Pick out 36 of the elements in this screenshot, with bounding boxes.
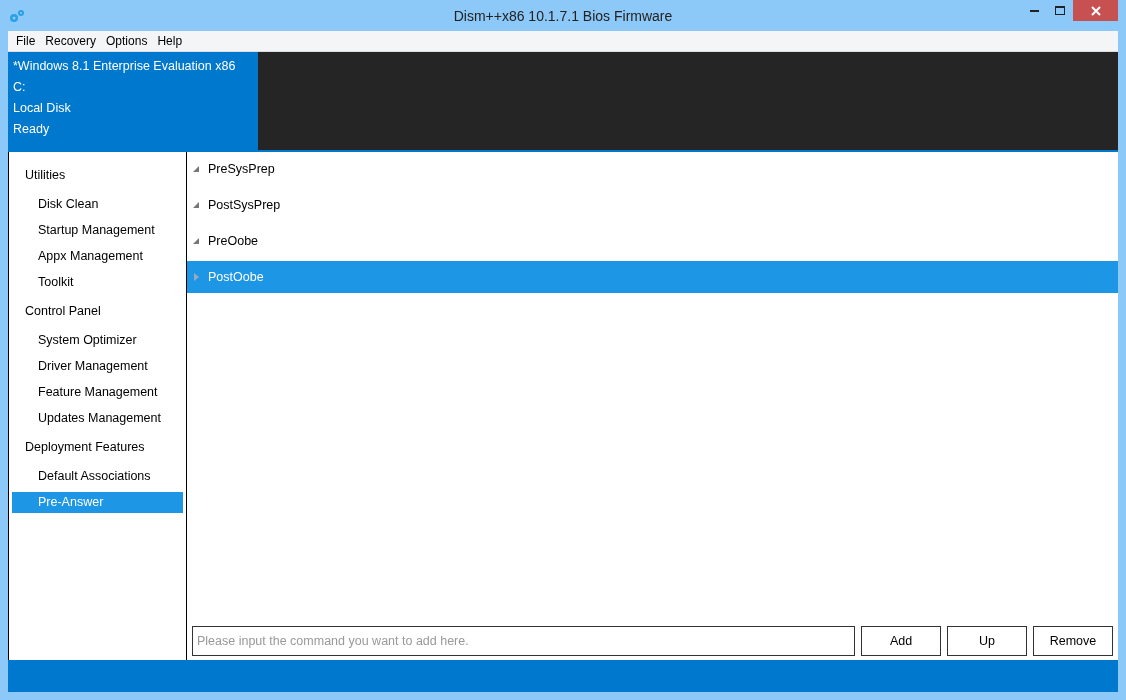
close-icon	[1090, 5, 1101, 16]
tree-item[interactable]: PostSysPrep	[187, 189, 1118, 221]
minimize-icon	[1029, 9, 1039, 12]
sidebar-item[interactable]: Updates Management	[12, 408, 183, 429]
image-info-text: Ready	[13, 121, 51, 137]
expanded-triangle-icon[interactable]	[193, 165, 200, 173]
sidebar-group-title: Control Panel	[24, 303, 102, 320]
menu-item[interactable]: File	[11, 34, 41, 48]
window-title: Dism++x86 10.1.7.1 Bios Firmware	[453, 7, 673, 24]
image-info-text: Local Disk	[13, 100, 72, 116]
image-info-text: *Windows 8.1 Enterprise Evaluation x86	[13, 58, 237, 74]
tree-item[interactable]: PreOobe	[187, 225, 1118, 257]
sidebar-item[interactable]: Toolkit	[12, 272, 183, 293]
sidebar-item[interactable]: Appx Management	[12, 246, 183, 267]
expanded-triangle-icon[interactable]	[193, 201, 200, 209]
sidebar-item[interactable]: Disk Clean	[12, 194, 183, 215]
sidebar-item[interactable]: Driver Management	[12, 356, 183, 377]
sidebar-group-title: Deployment Features	[24, 439, 146, 456]
sidebar-item[interactable]: Default Associations	[12, 466, 183, 487]
menu-item[interactable]: Options	[101, 34, 153, 48]
action-button[interactable]: Remove	[1033, 626, 1113, 656]
close-button[interactable]	[1073, 0, 1118, 21]
image-info-text: C:	[13, 79, 27, 95]
action-button[interactable]: Add	[861, 626, 941, 656]
gears-icon	[8, 7, 26, 24]
menu-item[interactable]: Help	[152, 34, 188, 48]
action-button[interactable]: Up	[947, 626, 1027, 656]
maximize-icon	[1055, 6, 1065, 15]
sidebar-item[interactable]: System Optimizer	[12, 330, 183, 351]
sidebar-item[interactable]: Startup Management	[12, 220, 183, 241]
sidebar-group-title: Utilities	[24, 167, 67, 184]
menu-item[interactable]: Recovery	[40, 34, 102, 48]
expanded-triangle-icon[interactable]	[193, 237, 200, 245]
sidebar-item[interactable]: Feature Management	[12, 382, 183, 403]
command-input-field[interactable]: Please input the command you want to add here.	[192, 626, 855, 656]
tree-item[interactable]: PreSysPrep	[187, 153, 1118, 185]
